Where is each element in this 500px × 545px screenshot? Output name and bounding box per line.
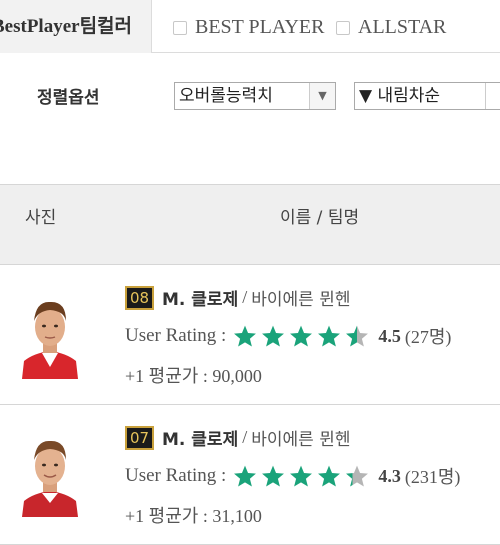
player-photo xyxy=(14,431,86,517)
player-name[interactable]: M. 클로제 xyxy=(162,285,238,310)
team-name: 바이에른 뮌헨 xyxy=(251,430,351,450)
vote-count: (231명) xyxy=(404,467,461,487)
best-player-checkbox[interactable]: BEST PLAYER xyxy=(173,16,324,39)
user-rating: User Rating : 4.5 (27명) xyxy=(125,323,451,349)
season-badge: 07 xyxy=(125,425,154,450)
star-icon xyxy=(318,325,341,347)
star-icon xyxy=(290,465,313,487)
name-team-separator: / xyxy=(242,287,248,307)
star-icon xyxy=(290,325,313,347)
best-player-label: BEST PLAYER xyxy=(195,16,325,38)
player-name[interactable]: M. 클로제 xyxy=(162,425,238,450)
rating-value: 4.5 xyxy=(378,325,401,346)
rating-label: User Rating : xyxy=(125,465,227,486)
player-title: 08 M. 클로제 / 바이에른 뮌헨 xyxy=(125,285,350,310)
column-photo: 사진 xyxy=(25,208,57,228)
allstar-checkbox[interactable]: ALLSTAR xyxy=(336,16,446,39)
sort-label: 정렬옵션 xyxy=(37,88,100,108)
rating-label: User Rating : xyxy=(125,325,227,346)
price-label: +1 평균가 : xyxy=(125,506,208,526)
team-color-label: BestPlayer팀컬러 xyxy=(0,0,152,53)
price-value: 31,100 xyxy=(212,506,262,526)
rating-stars xyxy=(232,324,372,348)
sort-order-select[interactable]: ▼ 내림차순 xyxy=(354,82,500,110)
star-icon xyxy=(318,465,341,487)
sort-field-value: 오버롤능력치 xyxy=(179,86,273,106)
vote-count: (27명) xyxy=(404,327,452,347)
star-icon xyxy=(234,465,257,487)
rating-stars xyxy=(232,464,372,488)
star-icon xyxy=(262,325,285,347)
star-icon xyxy=(346,325,369,347)
average-price: +1 평균가 : 31,100 xyxy=(125,502,262,528)
sort-options: 정렬옵션 오버롤능력치 ▼ ▼ 내림차순 xyxy=(0,53,500,185)
season-badge: 08 xyxy=(125,285,154,310)
sort-field-select[interactable]: 오버롤능력치 ▼ xyxy=(174,82,336,110)
user-rating: User Rating : 4.3 (231명) xyxy=(125,463,460,489)
star-icon xyxy=(346,465,369,487)
chevron-down-icon[interactable]: ▼ xyxy=(309,83,335,109)
star-icon xyxy=(262,465,285,487)
sort-order-value: ▼ 내림차순 xyxy=(359,86,441,106)
player-row[interactable]: 08 M. 클로제 / 바이에른 뮌헨 User Rating : 4.5 (2… xyxy=(0,265,500,405)
player-title: 07 M. 클로제 / 바이에른 뮌헨 xyxy=(125,425,350,450)
filter-bar: BestPlayer팀컬러 BEST PLAYER ALLSTAR xyxy=(0,0,500,53)
star-icon xyxy=(234,325,257,347)
name-team-separator: / xyxy=(242,427,248,447)
column-name-team: 이름 / 팀명 xyxy=(280,208,360,228)
allstar-label: ALLSTAR xyxy=(358,16,447,38)
checkbox-icon[interactable] xyxy=(336,20,350,35)
table-header: 사진 이름 / 팀명 xyxy=(0,185,500,265)
price-value: 90,000 xyxy=(212,366,262,386)
team-name: 바이에른 뮌헨 xyxy=(251,290,351,310)
price-label: +1 평균가 : xyxy=(125,366,208,386)
player-row[interactable]: 07 M. 클로제 / 바이에른 뮌헨 User Rating : 4.3 (2… xyxy=(0,405,500,545)
checkbox-icon[interactable] xyxy=(173,20,187,35)
average-price: +1 평균가 : 90,000 xyxy=(125,362,262,388)
select-divider xyxy=(485,83,486,109)
rating-value: 4.3 xyxy=(378,465,401,486)
player-photo xyxy=(14,293,86,379)
